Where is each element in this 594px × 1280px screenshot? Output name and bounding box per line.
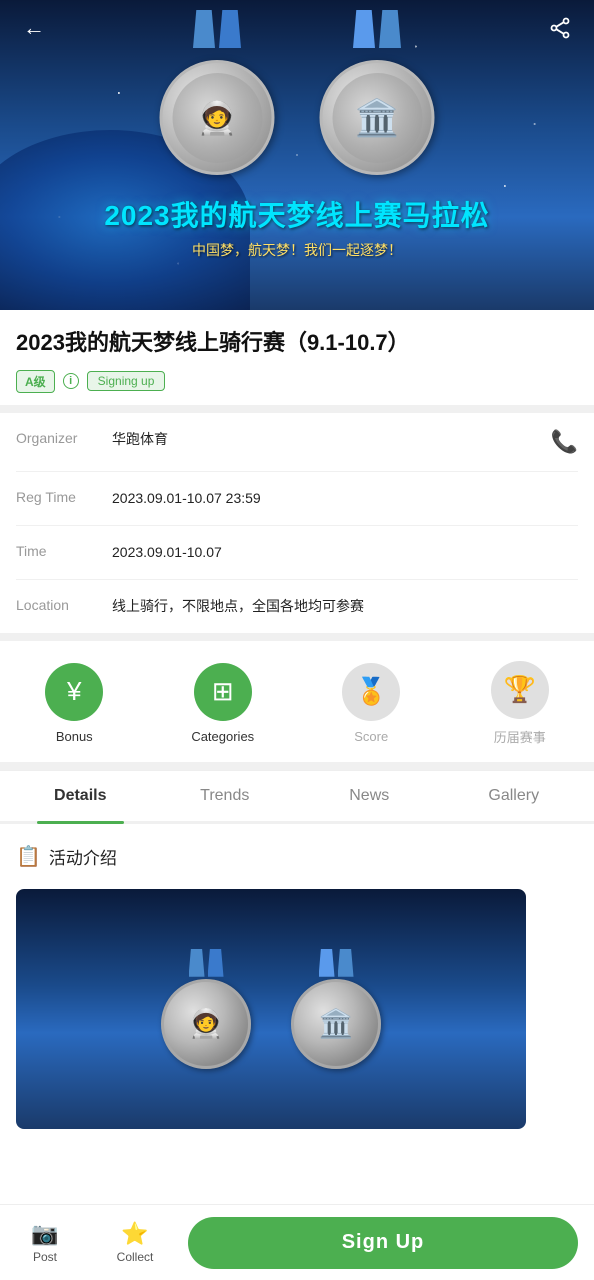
small-medal-right: 🏛️: [286, 949, 386, 1069]
tab-trends[interactable]: Trends: [153, 771, 298, 821]
section-heading: 📋 活动介绍: [0, 824, 594, 877]
badge-info-icon: i: [63, 373, 79, 389]
categories-icon: ⊞: [212, 676, 234, 707]
hero-banner: ← 🧑‍🚀: [0, 0, 594, 310]
collect-button[interactable]: ⭐ Collect: [90, 1213, 180, 1272]
share-button[interactable]: [542, 10, 578, 46]
badge-status: Signing up: [87, 371, 166, 391]
badge-level: A级: [16, 370, 55, 393]
content-image: 🧑‍🚀 🏛️: [16, 889, 526, 1129]
badges-row: A级 i Signing up: [16, 370, 578, 393]
organizer-value: 华跑体育: [112, 429, 535, 450]
score-label: Score: [354, 729, 388, 744]
divider-1: [0, 405, 594, 413]
event-main-title: 2023我的航天梦线上骑行赛（9.1-10.7）: [16, 328, 578, 358]
content-image-block: 🧑‍🚀 🏛️: [0, 877, 594, 1129]
info-row-regtime: Reg Time 2023.09.01-10.07 23:59: [16, 472, 578, 526]
medal-disc-right: 🏛️: [320, 60, 435, 175]
score-icon: 🏅: [355, 676, 387, 707]
icon-btn-bonus[interactable]: ¥ Bonus: [29, 663, 119, 744]
collect-label: Collect: [117, 1250, 154, 1264]
info-table: Organizer 华跑体育 📞 Reg Time 2023.09.01-10.…: [0, 413, 594, 633]
tab-details[interactable]: Details: [8, 771, 153, 821]
share-icon: [549, 17, 571, 39]
icon-btn-score[interactable]: 🏅 Score: [326, 663, 416, 744]
medal-inner-right: 🏛️: [332, 73, 422, 163]
medal-disc-left: 🧑‍🚀: [160, 60, 275, 175]
info-row-location: Location 线上骑行，不限地点，全国各地均可参赛: [16, 580, 578, 633]
post-button[interactable]: 📷 Post: [0, 1213, 90, 1272]
medal-inner-left: 🧑‍🚀: [172, 73, 262, 163]
bonus-icon: ¥: [67, 676, 81, 707]
time-label: Time: [16, 542, 96, 559]
content-medals: 🧑‍🚀 🏛️: [156, 949, 386, 1069]
back-button[interactable]: ←: [16, 10, 52, 46]
signup-button[interactable]: Sign Up: [188, 1217, 578, 1269]
post-label: Post: [33, 1250, 57, 1264]
bottom-bar-actions: 📷 Post ⭐ Collect Sign Up: [0, 1213, 594, 1272]
icon-btn-history[interactable]: 🏆 历届赛事: [475, 661, 565, 746]
history-icon: 🏆: [504, 674, 536, 705]
post-icon: 📷: [31, 1221, 58, 1247]
small-medal-disc-left: 🧑‍🚀: [161, 979, 251, 1069]
info-row-time: Time 2023.09.01-10.07: [16, 526, 578, 580]
score-circle: 🏅: [342, 663, 400, 721]
reg-time-value: 2023.09.01-10.07 23:59: [112, 488, 578, 509]
info-row-organizer: Organizer 华跑体育 📞: [16, 413, 578, 472]
divider-3: [0, 762, 594, 770]
collect-icon: ⭐: [121, 1221, 148, 1247]
tab-news[interactable]: News: [297, 771, 442, 821]
bonus-label: Bonus: [56, 729, 93, 744]
bonus-circle: ¥: [45, 663, 103, 721]
small-medal-left: 🧑‍🚀: [156, 949, 256, 1069]
location-value: 线上骑行，不限地点，全国各地均可参赛: [112, 596, 578, 617]
hero-subtitle: 中国梦，航天梦！我们一起逐梦！: [0, 240, 594, 260]
history-circle: 🏆: [491, 661, 549, 719]
phone-icon[interactable]: 📞: [551, 429, 578, 455]
divider-2: [0, 633, 594, 641]
hero-text-area: 2023我的航天梦线上赛马拉松 中国梦，航天梦！我们一起逐梦！: [0, 194, 594, 260]
history-label: 历届赛事: [494, 727, 546, 746]
icon-buttons-section: ¥ Bonus ⊞ Categories 🏅 Score 🏆 历届赛事: [0, 641, 594, 762]
content-area: 2023我的航天梦线上骑行赛（9.1-10.7） A级 i Signing up…: [0, 310, 594, 1209]
time-value: 2023.09.01-10.07: [112, 542, 578, 563]
event-title-block: 2023我的航天梦线上骑行赛（9.1-10.7） A级 i Signing up: [0, 310, 594, 405]
small-medal-disc-right: 🏛️: [291, 979, 381, 1069]
icon-btn-categories[interactable]: ⊞ Categories: [178, 663, 268, 744]
bottom-bar: 📷 Post ⭐ Collect Sign Up: [0, 1204, 594, 1280]
section-heading-label: 活动介绍: [49, 844, 117, 869]
nav-bar: ←: [0, 0, 594, 56]
tab-bar: Details Trends News Gallery: [0, 770, 594, 824]
location-label: Location: [16, 596, 96, 613]
categories-label: Categories: [191, 729, 254, 744]
tab-gallery[interactable]: Gallery: [442, 771, 587, 821]
section-heading-icon: 📋: [16, 844, 41, 869]
bottom-spacer: [0, 1129, 594, 1209]
organizer-label: Organizer: [16, 429, 96, 446]
hero-title: 2023我的航天梦线上赛马拉松: [0, 194, 594, 234]
reg-time-label: Reg Time: [16, 488, 96, 505]
categories-circle: ⊞: [194, 663, 252, 721]
